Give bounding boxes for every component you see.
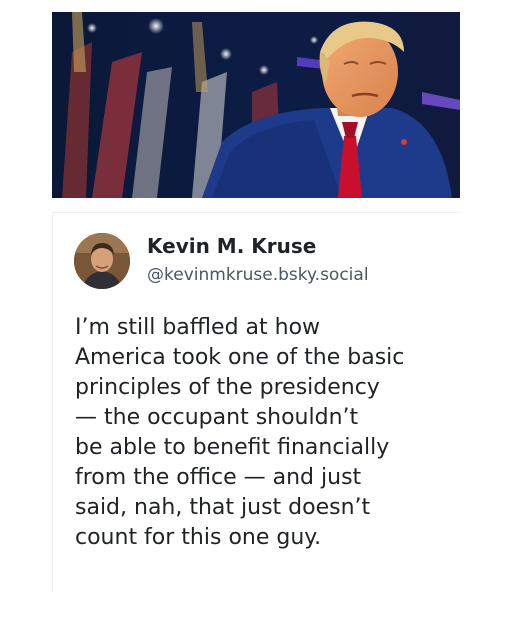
author-avatar[interactable] (74, 233, 130, 289)
post-text-line: — the occupant shouldn’t (75, 405, 359, 430)
post-text-line: I’m still baffled at how (75, 315, 321, 340)
avatar-photo-icon (74, 233, 130, 289)
post-text-line: America took one of the basic (75, 345, 405, 370)
author-name[interactable]: Kevin M. Kruse (147, 234, 316, 258)
post-text-line: count for this one guy. (75, 525, 322, 550)
header-photo-illustration (52, 12, 460, 198)
header-photo (52, 12, 460, 198)
post-text-line: said, nah, that just doesn’t (75, 495, 371, 520)
author-handle[interactable]: @kevinmkruse.bsky.social (147, 265, 369, 285)
post-card: Kevin M. Kruse @kevinmkruse.bsky.social … (52, 212, 461, 593)
post-text: I’m still baffled at how America took on… (75, 313, 455, 553)
post-text-line: be able to benefit financially (75, 435, 390, 460)
post-text-line: principles of the presidency (75, 375, 380, 400)
post-text-line: from the office — and just (75, 465, 362, 490)
